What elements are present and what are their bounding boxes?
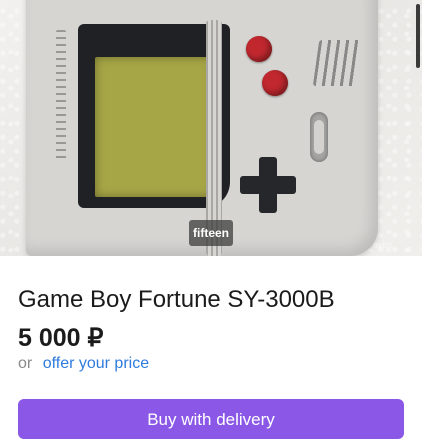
offer-price-link[interactable]: offer your price	[43, 355, 149, 372]
buy-with-delivery-button[interactable]: Buy with delivery	[18, 399, 404, 439]
console-button-a	[246, 36, 272, 62]
dpad-vertical	[259, 157, 277, 213]
listing-title: Game Boy Fortune SY-3000B	[18, 286, 335, 313]
offer-prefix: or	[18, 355, 33, 372]
scrollbar[interactable]	[416, 4, 420, 68]
photo-counter-badge: fifteen	[189, 220, 233, 246]
product-photo[interactable]: avito fifteen	[0, 0, 422, 256]
console-button-b	[262, 70, 288, 96]
listing-price: 5 000 ₽	[18, 324, 104, 352]
speaker-grille	[312, 40, 362, 86]
console-switch	[310, 112, 328, 162]
console-grip	[56, 30, 66, 160]
offer-row: or offer your price	[18, 355, 149, 373]
photo-watermark: avito	[372, 240, 392, 250]
lcd-screen	[95, 57, 213, 197]
